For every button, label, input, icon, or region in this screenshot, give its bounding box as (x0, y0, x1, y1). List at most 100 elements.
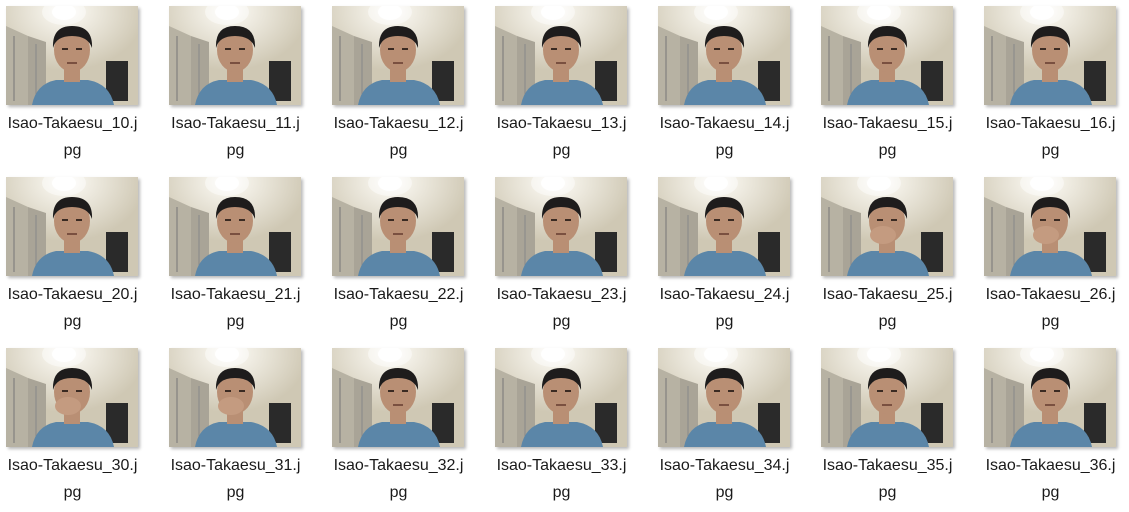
file-item[interactable]: Isao-Takaesu_12.jpg (326, 0, 489, 171)
file-name-label[interactable]: Isao-Takaesu_31.jpg (163, 452, 308, 506)
file-item[interactable]: Isao-Takaesu_23.j pg (489, 171, 652, 342)
file-name-line-2: pg (63, 484, 82, 501)
file-name-line-1: Isao-Takaesu_30.j (7, 457, 138, 474)
file-name-line-1: Isao-Takaesu_10.j (7, 115, 138, 132)
file-name-label[interactable]: Isao-Takaesu_23.j pg (489, 281, 634, 335)
file-name-line-2: pg (1041, 313, 1060, 330)
file-name-label[interactable]: Isao-Takaesu_26.jpg (978, 281, 1123, 335)
file-name-line-1: Isao-Takaesu_25.j (822, 286, 953, 303)
file-item[interactable]: Isao-Takaesu_24.jpg (652, 171, 815, 342)
file-name-line-2: pg (552, 484, 571, 501)
file-thumbnail[interactable] (984, 6, 1116, 105)
file-thumbnail[interactable] (332, 348, 464, 447)
file-thumbnail[interactable] (6, 177, 138, 276)
file-name-line-1: Isao-Takaesu_12.j (333, 115, 464, 132)
file-thumbnail[interactable] (821, 177, 953, 276)
file-thumbnail[interactable] (495, 348, 627, 447)
file-name-label[interactable]: Isao-Takaesu_24.jpg (652, 281, 797, 335)
file-thumbnail[interactable] (6, 6, 138, 105)
file-name-line-1: Isao-Takaesu_20.j (7, 286, 138, 303)
file-thumbnail[interactable] (984, 177, 1116, 276)
file-item[interactable]: Isao-Takaesu_36.jpg (978, 342, 1129, 512)
file-name-line-1: Isao-Takaesu_13.j (496, 115, 627, 132)
file-name-line-2: pg (1041, 142, 1060, 159)
file-name-line-1: Isao-Takaesu_35.j (822, 457, 953, 474)
file-name-line-2: pg (389, 313, 408, 330)
file-name-label[interactable]: Isao-Takaesu_12.jpg (326, 110, 471, 164)
file-name-line-1: Isao-Takaesu_24.j (659, 286, 790, 303)
file-grid: Isao-Takaesu_10.j pg Isao-Takaesu_11.j pg Is… (0, 0, 1129, 512)
file-name-line-2: pg (226, 142, 245, 159)
file-item[interactable]: Isao-Takaesu_35.jpg (815, 342, 978, 512)
file-thumbnail[interactable] (6, 348, 138, 447)
file-name-line-2: pg (1041, 484, 1060, 501)
file-name-line-1: Isao-Takaesu_16.j (985, 115, 1116, 132)
file-name-line-1: Isao-Takaesu_34.j (659, 457, 790, 474)
file-name-line-2: pg (552, 142, 571, 159)
file-thumbnail[interactable] (169, 177, 301, 276)
file-name-label[interactable]: Isao-Takaesu_30.jpg (0, 452, 145, 506)
file-item[interactable]: Isao-Takaesu_34.j pg (652, 342, 815, 512)
file-thumbnail[interactable] (169, 348, 301, 447)
file-name-label[interactable]: Isao-Takaesu_36.jpg (978, 452, 1123, 506)
file-name-label[interactable]: Isao-Takaesu_22.jpg (326, 281, 471, 335)
file-name-label[interactable]: Isao-Takaesu_16.jpg (978, 110, 1123, 164)
file-thumbnail[interactable] (495, 6, 627, 105)
file-name-label[interactable]: Isao-Takaesu_15.j pg (815, 110, 960, 164)
file-name-line-1: Isao-Takaesu_15.j (822, 115, 953, 132)
file-name-line-2: pg (715, 142, 734, 159)
file-item[interactable]: Isao-Takaesu_33.j pg (489, 342, 652, 512)
file-name-label[interactable]: Isao-Takaesu_21.j pg (163, 281, 308, 335)
file-thumbnail[interactable] (169, 6, 301, 105)
file-name-line-1: Isao-Takaesu_31.j (170, 457, 301, 474)
file-item[interactable]: Isao-Takaesu_21.j pg (163, 171, 326, 342)
file-name-line-2: pg (878, 313, 897, 330)
file-item[interactable]: Isao-Takaesu_31.jpg (163, 342, 326, 512)
file-thumbnail[interactable] (658, 348, 790, 447)
file-name-label[interactable]: Isao-Takaesu_14.j pg (652, 110, 797, 164)
file-thumbnail[interactable] (658, 6, 790, 105)
file-thumbnail[interactable] (332, 6, 464, 105)
file-name-line-1: Isao-Takaesu_11.j (171, 115, 300, 132)
file-name-line-2: pg (226, 313, 245, 330)
file-name-label[interactable]: Isao-Takaesu_13.jpg (489, 110, 634, 164)
file-name-label[interactable]: Isao-Takaesu_34.j pg (652, 452, 797, 506)
file-item[interactable]: Isao-Takaesu_30.jpg (0, 342, 163, 512)
file-name-line-2: pg (715, 313, 734, 330)
file-name-line-1: Isao-Takaesu_26.j (985, 286, 1116, 303)
file-item[interactable]: Isao-Takaesu_20.jpg (0, 171, 163, 342)
file-name-line-2: pg (389, 484, 408, 501)
file-item[interactable]: Isao-Takaesu_10.jpg (0, 0, 163, 171)
file-item[interactable]: Isao-Takaesu_32.jpg (326, 342, 489, 512)
file-name-line-2: pg (63, 313, 82, 330)
file-item[interactable]: Isao-Takaesu_26.jpg (978, 171, 1129, 342)
file-item[interactable]: Isao-Takaesu_13.jpg (489, 0, 652, 171)
file-name-line-1: Isao-Takaesu_22.j (333, 286, 464, 303)
file-item[interactable]: Isao-Takaesu_11.jpg (163, 0, 326, 171)
file-name-label[interactable]: Isao-Takaesu_25.jpg (815, 281, 960, 335)
file-thumbnail[interactable] (821, 6, 953, 105)
file-name-line-1: Isao-Takaesu_32.j (333, 457, 464, 474)
file-name-line-2: pg (63, 142, 82, 159)
file-name-line-2: pg (878, 484, 897, 501)
file-thumbnail[interactable] (495, 177, 627, 276)
file-thumbnail[interactable] (984, 348, 1116, 447)
file-name-label[interactable]: Isao-Takaesu_20.jpg (0, 281, 145, 335)
file-name-line-2: pg (552, 313, 571, 330)
file-thumbnail[interactable] (658, 177, 790, 276)
file-item[interactable]: Isao-Takaesu_16.jpg (978, 0, 1129, 171)
file-item[interactable]: Isao-Takaesu_14.j pg (652, 0, 815, 171)
file-name-line-2: pg (226, 484, 245, 501)
file-name-line-2: pg (389, 142, 408, 159)
file-name-label[interactable]: Isao-Takaesu_10.jpg (0, 110, 145, 164)
file-name-label[interactable]: Isao-Takaesu_11.jpg (163, 110, 308, 164)
file-item[interactable]: Isao-Takaesu_25.jpg (815, 171, 978, 342)
file-name-line-1: Isao-Takaesu_36.j (985, 457, 1116, 474)
file-thumbnail[interactable] (332, 177, 464, 276)
file-name-label[interactable]: Isao-Takaesu_35.jpg (815, 452, 960, 506)
file-item[interactable]: Isao-Takaesu_15.j pg (815, 0, 978, 171)
file-item[interactable]: Isao-Takaesu_22.jpg (326, 171, 489, 342)
file-name-label[interactable]: Isao-Takaesu_33.j pg (489, 452, 634, 506)
file-thumbnail[interactable] (821, 348, 953, 447)
file-name-label[interactable]: Isao-Takaesu_32.jpg (326, 452, 471, 506)
